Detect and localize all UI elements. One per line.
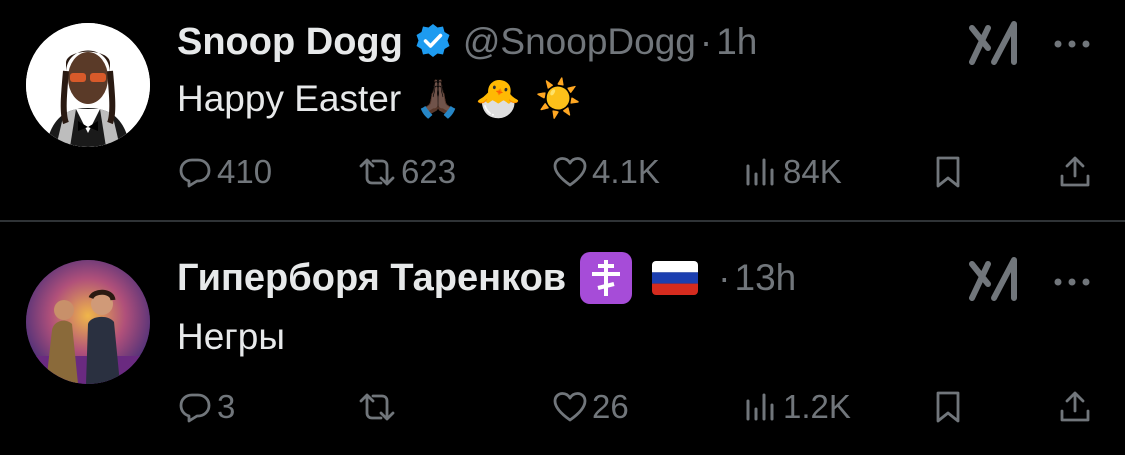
- verified-badge-icon: [413, 22, 453, 62]
- reply-icon: [179, 393, 211, 423]
- tweet-text-content: Happy Easter: [177, 78, 402, 119]
- heart-icon: [553, 392, 587, 422]
- views-button[interactable]: 1.2K: [743, 382, 851, 432]
- views-button[interactable]: 84K: [743, 147, 842, 197]
- author-name[interactable]: Гиперборя Таренков: [177, 257, 566, 300]
- bookmark-icon: [936, 156, 960, 188]
- share-button[interactable]: [1057, 147, 1093, 197]
- tweet[interactable]: Гиперборя Таренков · 13h Негры 3 26 1.2K: [0, 222, 1125, 455]
- tweet-header: Гиперборя Таренков · 13h: [177, 252, 797, 304]
- grok-icon[interactable]: [968, 254, 1020, 306]
- avatar[interactable]: [26, 260, 150, 384]
- timestamp[interactable]: 1h: [716, 21, 757, 63]
- repost-button[interactable]: 623: [357, 147, 456, 197]
- bookmark-button[interactable]: [930, 382, 966, 432]
- grok-icon[interactable]: [968, 18, 1020, 70]
- sun-emoji: ☀️: [535, 77, 582, 119]
- share-button[interactable]: [1057, 382, 1093, 432]
- views-icon: [746, 393, 774, 421]
- tweet[interactable]: Snoop Dogg @SnoopDogg · 1h Happy Easter …: [0, 0, 1125, 220]
- like-button[interactable]: 26: [552, 382, 629, 432]
- reply-count: 410: [217, 153, 273, 190]
- bookmark-icon: [936, 391, 960, 423]
- views-icon: [746, 158, 774, 186]
- share-icon: [1060, 156, 1090, 187]
- author-handle[interactable]: @SnoopDogg: [463, 21, 696, 63]
- reply-icon: [179, 158, 211, 188]
- tweet-text: Негры: [177, 312, 285, 362]
- hatching-chick-emoji: 🐣: [475, 77, 522, 119]
- repost-count: 623: [401, 153, 457, 190]
- reply-button[interactable]: 3: [177, 382, 235, 432]
- like-count: 26: [592, 388, 629, 425]
- repost-button[interactable]: [357, 382, 401, 432]
- share-icon: [1060, 391, 1090, 422]
- view-count: 84K: [783, 153, 842, 190]
- like-count: 4.1K: [592, 153, 660, 190]
- bookmark-button[interactable]: [930, 147, 966, 197]
- tweet-actions: 3 26 1.2K: [0, 382, 1125, 432]
- praying-hands-emoji: 🙏🏿: [415, 77, 462, 119]
- timestamp[interactable]: 13h: [735, 257, 797, 299]
- view-count: 1.2K: [783, 388, 851, 425]
- separator-dot: ·: [718, 257, 731, 298]
- avatar[interactable]: [26, 23, 150, 147]
- tweet-header: Snoop Dogg @SnoopDogg · 1h: [177, 18, 757, 66]
- avatar-image: [26, 23, 150, 147]
- like-button[interactable]: 4.1K: [552, 147, 660, 197]
- separator-dot: ·: [699, 21, 713, 62]
- tweet-text: Happy Easter 🙏🏿 🐣 ☀️: [177, 74, 581, 124]
- author-name[interactable]: Snoop Dogg: [177, 21, 403, 64]
- reply-count: 3: [217, 388, 236, 425]
- tweet-text-content: Негры: [177, 316, 285, 357]
- more-options-icon[interactable]: [1052, 272, 1092, 292]
- russia-flag-icon: [652, 261, 699, 295]
- more-options-icon[interactable]: [1052, 34, 1092, 54]
- repost-icon: [359, 393, 395, 421]
- reply-button[interactable]: 410: [177, 147, 272, 197]
- avatar-image: [26, 260, 150, 384]
- heart-icon: [553, 157, 587, 187]
- repost-icon: [359, 158, 395, 186]
- tweet-actions: 410 623 4.1K 84K: [0, 147, 1125, 197]
- orthodox-cross-icon: [580, 252, 633, 304]
